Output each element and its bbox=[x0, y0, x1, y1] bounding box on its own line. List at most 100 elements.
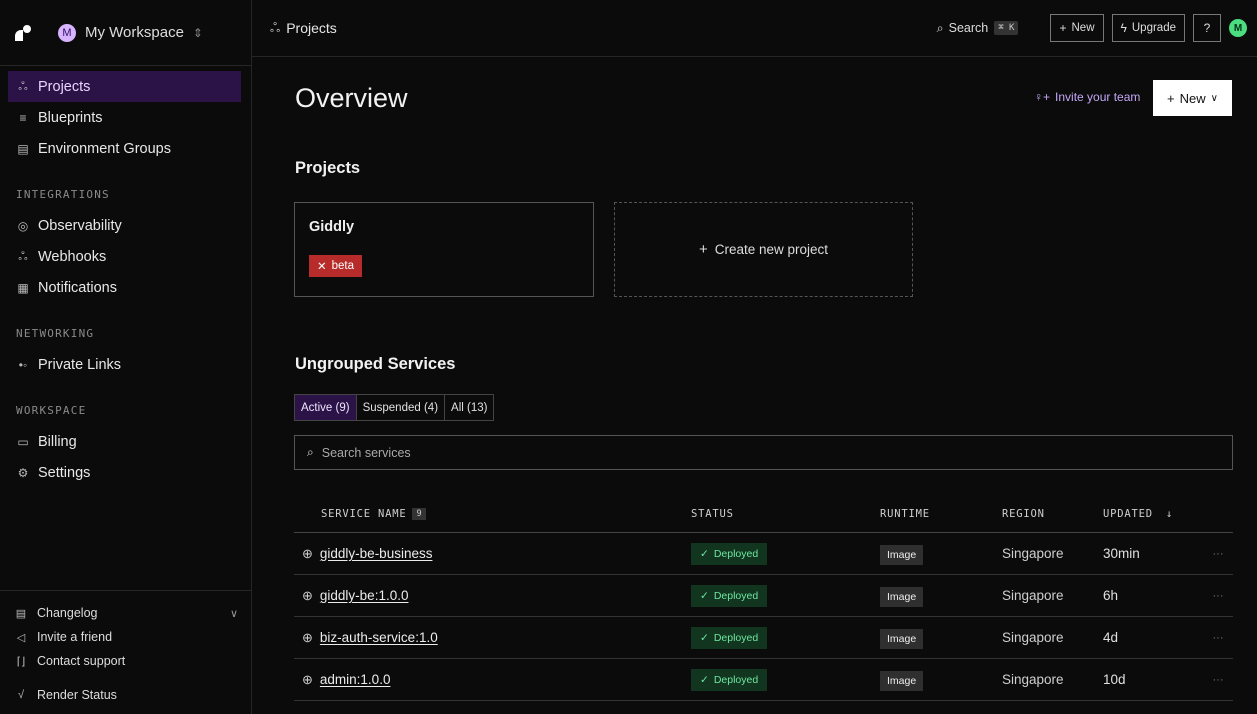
project-card[interactable]: Giddly ✕ beta bbox=[294, 202, 594, 297]
status-label: Deployed bbox=[713, 673, 759, 686]
render-logo[interactable] bbox=[12, 23, 32, 43]
env-groups-icon: ▤ bbox=[17, 141, 29, 156]
webhooks-icon: ஃ bbox=[18, 248, 28, 263]
sidebar-item-projects[interactable]: ஃ Projects bbox=[8, 71, 241, 102]
sidebar-item-label: Notifications bbox=[38, 279, 117, 296]
settings-icon: ⚙ bbox=[17, 465, 29, 480]
sidebar-item-environment-groups[interactable]: ▤ Environment Groups bbox=[0, 133, 251, 164]
service-link[interactable]: giddly-be-business bbox=[320, 546, 433, 561]
header-updated[interactable]: UPDATED ↓ bbox=[1103, 508, 1203, 520]
filter-suspended[interactable]: Suspended (4) bbox=[357, 395, 446, 420]
service-link[interactable]: giddly-be:1.0.0 bbox=[320, 588, 409, 603]
runtime-badge: Image bbox=[880, 671, 924, 691]
sidebar-item-settings[interactable]: ⚙ Settings bbox=[0, 457, 251, 488]
sidebar-item-webhooks[interactable]: ஃ Webhooks bbox=[0, 241, 251, 272]
table-row[interactable]: ⊕ admin:1.0.0 ✓ Deployed Image Singapore… bbox=[294, 659, 1233, 701]
upgrade-button[interactable]: ϟ Upgrade bbox=[1111, 14, 1185, 42]
table-row[interactable]: ⊕ biz-auth-service:1.0 ✓ Deployed Image … bbox=[294, 617, 1233, 659]
more-actions-icon[interactable]: ··· bbox=[1203, 548, 1233, 560]
check-icon: ✓ bbox=[700, 673, 709, 686]
status-pulse-icon: √ bbox=[17, 689, 25, 701]
check-icon: ✓ bbox=[700, 589, 709, 602]
search-placeholder: Search services bbox=[321, 445, 411, 460]
service-count-badge: 9 bbox=[412, 507, 427, 520]
sidebar-item-notifications[interactable]: ▦ Notifications bbox=[0, 272, 251, 303]
invite-team-link[interactable]: ♀+ Invite your team bbox=[1034, 90, 1140, 104]
breadcrumb-label: Projects bbox=[286, 20, 337, 36]
updated-cell: 10d bbox=[1103, 672, 1126, 687]
runtime-badge: Image bbox=[880, 587, 924, 607]
sidebar-item-blueprints[interactable]: ≡ Blueprints bbox=[0, 102, 251, 133]
sidebar-item-label: Billing bbox=[38, 433, 77, 450]
workspace-switcher[interactable]: My Workspace bbox=[85, 24, 184, 41]
sidebar-item-billing[interactable]: ▭ Billing bbox=[0, 426, 251, 457]
billing-icon: ▭ bbox=[17, 434, 29, 449]
updated-cell: 4d bbox=[1103, 630, 1119, 645]
breadcrumb[interactable]: ஃ Projects bbox=[270, 20, 337, 37]
filter-all[interactable]: All (13) bbox=[445, 395, 493, 420]
blueprints-icon: ≡ bbox=[19, 110, 27, 125]
sidebar-header: M My Workspace ⇕ bbox=[0, 0, 251, 66]
page-title: Overview bbox=[295, 83, 408, 113]
status-badge: ✓ Deployed bbox=[691, 542, 768, 565]
status-cell: ✓ Deployed bbox=[691, 668, 880, 691]
project-name: Giddly bbox=[309, 219, 355, 235]
header-region[interactable]: REGION bbox=[1002, 508, 1103, 520]
chevron-updown-icon[interactable]: ⇕ bbox=[193, 26, 203, 40]
chevron-down-icon[interactable]: ∨ bbox=[230, 607, 238, 620]
more-actions-icon[interactable]: ··· bbox=[1203, 674, 1233, 686]
close-icon: ✕ bbox=[317, 261, 327, 273]
workspace-avatar: M bbox=[58, 23, 76, 42]
footer-item-invite-friend[interactable]: ◁ Invite a friend bbox=[0, 625, 252, 649]
notifications-icon: ▦ bbox=[17, 280, 29, 295]
projects-icon: ஃ bbox=[270, 19, 281, 35]
header-runtime[interactable]: RUNTIME bbox=[880, 508, 1002, 520]
service-name-cell: ⊕ giddly-be:1.0.0 bbox=[294, 588, 691, 604]
sidebar-item-private-links[interactable]: •◦ Private Links bbox=[0, 349, 251, 380]
service-name-cell: ⊕ admin:1.0.0 bbox=[294, 672, 691, 688]
footer-item-contact-support[interactable]: ⌈⌋ Contact support bbox=[0, 649, 252, 673]
help-button[interactable]: ? bbox=[1193, 14, 1221, 42]
region-cell: Singapore bbox=[1002, 672, 1064, 687]
footer-item-label: Changelog bbox=[37, 606, 98, 620]
new-dropdown-button[interactable]: + New ∨ bbox=[1153, 80, 1232, 116]
status-cell: ✓ Deployed bbox=[691, 626, 880, 649]
region-cell: Singapore bbox=[1002, 630, 1064, 645]
more-actions-icon[interactable]: ··· bbox=[1203, 632, 1233, 644]
table-row[interactable]: ⊕ giddly-be:1.0.0 ✓ Deployed Image Singa… bbox=[294, 575, 1233, 617]
sidebar-item-observability[interactable]: ◎ Observability bbox=[0, 210, 251, 241]
service-link[interactable]: admin:1.0.0 bbox=[320, 672, 391, 687]
globe-icon: ⊕ bbox=[302, 587, 313, 603]
section-title-integrations: INTEGRATIONS bbox=[16, 188, 110, 201]
status-label: Deployed bbox=[713, 547, 759, 560]
services-table: SERVICE NAME 9 STATUS RUNTIME REGION UPD… bbox=[294, 495, 1233, 701]
global-search-button[interactable]: ⌕ Search ⌘ K bbox=[937, 21, 1019, 36]
service-link[interactable]: biz-auth-service:1.0 bbox=[320, 630, 438, 645]
service-filter-tabs: Active (9) Suspended (4) All (13) bbox=[294, 394, 495, 421]
more-actions-icon[interactable]: ··· bbox=[1203, 590, 1233, 602]
private-links-icon: •◦ bbox=[18, 357, 28, 372]
filter-active[interactable]: Active (9) bbox=[295, 395, 357, 420]
header-status[interactable]: STATUS bbox=[691, 508, 880, 520]
runtime-badge: Image bbox=[880, 545, 924, 565]
user-avatar[interactable]: M bbox=[1229, 19, 1247, 37]
footer-item-label: Contact support bbox=[37, 654, 126, 668]
table-row[interactable]: ⊕ giddly-be-business ✓ Deployed Image Si… bbox=[294, 533, 1233, 575]
header-service-name[interactable]: SERVICE NAME 9 bbox=[294, 507, 691, 520]
globe-icon: ⊕ bbox=[302, 545, 313, 561]
top-new-button[interactable]: + New bbox=[1050, 14, 1104, 42]
table-header: SERVICE NAME 9 STATUS RUNTIME REGION UPD… bbox=[294, 495, 1233, 533]
support-icon: ⌈⌋ bbox=[16, 655, 26, 668]
search-services-input[interactable]: ⌕ Search services bbox=[294, 435, 1233, 470]
plus-icon: + bbox=[1167, 90, 1175, 106]
footer-item-changelog[interactable]: ▤ Changelog ∨ bbox=[0, 601, 252, 625]
create-project-card[interactable]: + Create new project bbox=[614, 202, 913, 297]
footer-item-render-status[interactable]: √ Render Status bbox=[0, 683, 252, 707]
updated-cell: 30min bbox=[1103, 546, 1140, 561]
search-icon: ⌕ bbox=[307, 445, 314, 459]
sidebar-item-label: Blueprints bbox=[38, 109, 103, 126]
service-name-cell: ⊕ giddly-be-business bbox=[294, 546, 691, 562]
runtime-cell: Image bbox=[880, 668, 1002, 691]
check-icon: ✓ bbox=[700, 631, 709, 644]
sidebar-item-label: Environment Groups bbox=[38, 140, 171, 157]
